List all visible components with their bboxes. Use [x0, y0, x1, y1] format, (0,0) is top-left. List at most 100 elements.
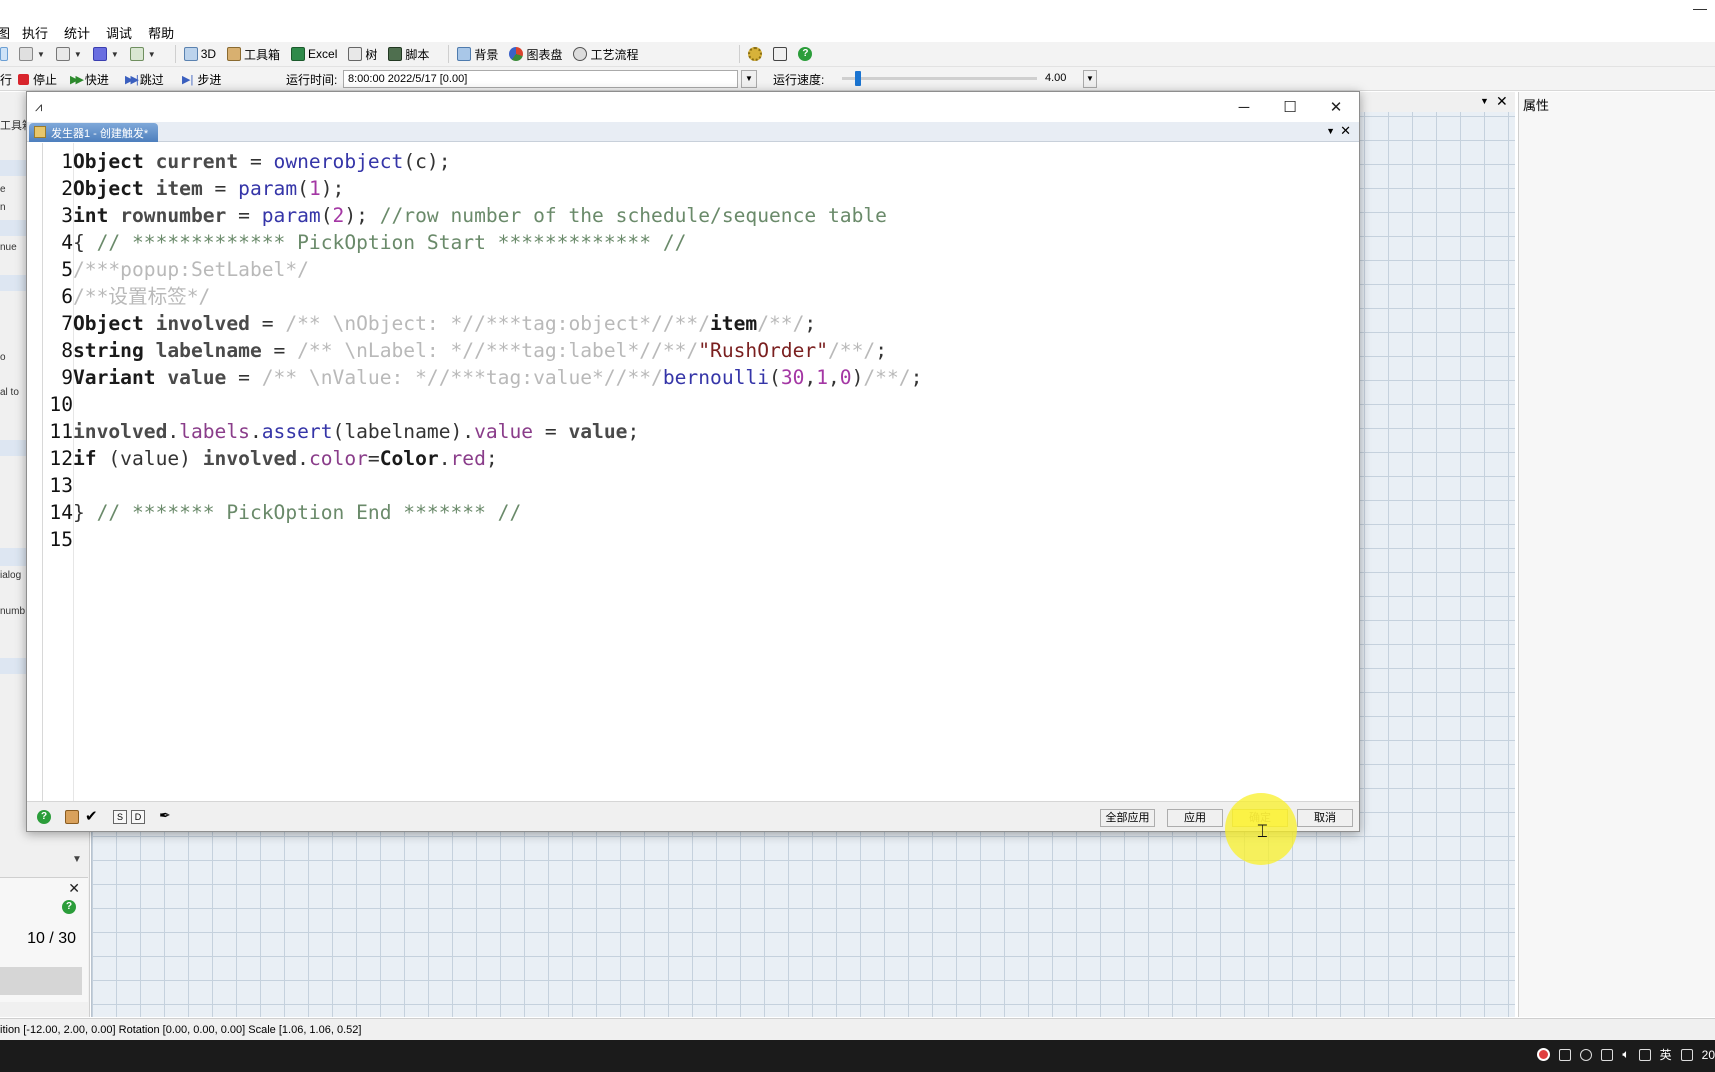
3d-view-button[interactable]: 3D [183, 47, 216, 61]
ime-indicator[interactable]: 英 [1660, 1046, 1672, 1063]
clock[interactable]: 20 [1702, 1048, 1715, 1062]
toolbar-separator [739, 45, 741, 63]
line-number: 13 [49, 474, 73, 497]
shape-tool-button[interactable]: ▼ [92, 47, 119, 61]
window-icon[interactable] [1559, 1048, 1572, 1061]
connect-tool-button[interactable]: ▼ [19, 47, 45, 61]
chevron-down-icon[interactable]: ▼ [72, 854, 82, 865]
toolbar-separator [448, 45, 450, 63]
cancel-button[interactable]: 取消 [1297, 809, 1353, 827]
code-line[interactable]: 5/***popup:SetLabel*/ [43, 256, 922, 283]
code-line[interactable]: 10 [43, 391, 922, 418]
dialog-titlebar[interactable]: ⩘ ─ ☐ ✕ [27, 92, 1359, 122]
close-icon[interactable]: ✕ [1340, 123, 1351, 139]
menu-item-help[interactable]: 帮助 [140, 23, 182, 42]
network-icon[interactable] [1638, 1048, 1651, 1061]
close-icon[interactable]: ✕ [1496, 93, 1508, 110]
runtime-dropdown[interactable]: ▼ [741, 70, 757, 88]
code-token: . [438, 447, 451, 470]
code-line[interactable]: 7 Object involved = /** \nObject: *//***t… [43, 310, 922, 337]
dashboard-button[interactable]: 图表盘 [509, 46, 562, 63]
dialog-maximize-button[interactable]: ☐ [1267, 92, 1313, 122]
menu-item-view[interactable]: 图 [0, 23, 14, 42]
step-button[interactable]: ▶| 步进 [182, 71, 221, 88]
close-icon[interactable]: ✕ [68, 880, 80, 897]
code-lines[interactable]: 1 Object current = ownerobject(c); 2 Object… [43, 148, 922, 553]
stop-button[interactable]: 停止 [18, 71, 57, 88]
speed-slider-track[interactable] [842, 77, 1037, 80]
tree-button[interactable]: 树 [348, 46, 377, 63]
speed-slider-thumb[interactable] [855, 71, 861, 86]
volume-icon[interactable]: 🔈︎ [1622, 1047, 1629, 1062]
process-flow-button[interactable]: 工艺流程 [573, 46, 638, 63]
code-line[interactable]: 11 involved.labels.assert(labelname).valu… [43, 418, 922, 445]
code-token: value [568, 420, 628, 443]
apply-all-button[interactable]: 全部应用 [1100, 809, 1155, 827]
code-line[interactable]: 1 Object current = ownerobject(c); [43, 148, 922, 175]
code-line[interactable]: 3 int rownumber = param(2); //row number … [43, 202, 922, 229]
menu-item-stats[interactable]: 统计 [56, 23, 98, 42]
minimize-icon[interactable] [1687, 2, 1715, 16]
chevron-down-icon[interactable]: ▼ [1480, 96, 1489, 106]
code-token: 1 [816, 366, 828, 389]
excel-icon [291, 47, 306, 61]
code-token: ; [910, 366, 923, 389]
settings-button[interactable] [748, 47, 763, 61]
pointer-tool-button[interactable] [0, 47, 8, 61]
code-token: Object [73, 177, 144, 200]
d-toggle[interactable]: D [131, 810, 145, 824]
code-line[interactable]: 12 if (value) involved.color=Color.red; [43, 445, 922, 472]
menu-item-run[interactable]: 执行 [14, 23, 56, 42]
code-line[interactable]: 6/**设置标签*/ [43, 283, 922, 310]
dialog-close-button[interactable]: ✕ [1313, 92, 1359, 122]
eyedropper-icon[interactable]: ✒ [159, 807, 171, 824]
shield-icon[interactable] [1601, 1048, 1614, 1061]
code-token: 2 [332, 204, 345, 227]
code-token: = [249, 312, 286, 335]
menu-item-debug[interactable]: 调试 [98, 23, 140, 42]
apply-button[interactable]: 应用 [1167, 809, 1223, 827]
toolbox-button[interactable]: 工具箱 [227, 46, 280, 63]
check-icon[interactable]: ✔ [85, 807, 98, 825]
script-label: 脚本 [405, 47, 430, 62]
keyboard-icon[interactable] [1680, 1048, 1693, 1061]
dialog-minimize-button[interactable]: ─ [1221, 92, 1267, 122]
script-button[interactable]: 脚本 [388, 46, 429, 63]
code-line[interactable]: 14} // ******* PickOption End ******* // [43, 499, 922, 526]
select-tool-button[interactable]: ▼ [55, 47, 82, 61]
fast-forward-icon: ▶▶ [70, 74, 84, 86]
code-line[interactable]: 8 string labelname = /** \nLabel: *//***t… [43, 337, 922, 364]
left-lower-bar[interactable] [0, 967, 82, 995]
tree-icon [348, 47, 363, 61]
code-editor[interactable]: 1 Object current = ownerobject(c); 2 Object… [27, 143, 1359, 801]
background-button[interactable]: 背景 [457, 46, 498, 63]
code-line[interactable]: 15 [43, 526, 922, 553]
excel-button[interactable]: Excel [291, 47, 337, 61]
tab-title: 发生器1 - 创建触发* [51, 128, 149, 140]
chevron-down-icon[interactable]: ▼ [1326, 126, 1335, 136]
codebox-icon[interactable] [65, 810, 79, 824]
hierarchy-icon [773, 47, 788, 61]
code-line[interactable]: 2 Object item = param(1); [43, 175, 922, 202]
help-icon[interactable]: ? [37, 810, 51, 824]
s-toggle[interactable]: S [113, 810, 127, 824]
help-icon[interactable]: ? [62, 900, 76, 914]
code-token: , [828, 366, 840, 389]
reset-button[interactable]: 行 [0, 71, 12, 88]
record-icon[interactable] [1537, 1048, 1551, 1061]
window-top-strip [0, 0, 1715, 22]
transform-tool-button[interactable]: ▼ [129, 47, 156, 61]
code-line[interactable]: 4{ // ************* PickOption Start ***… [43, 229, 922, 256]
help-button[interactable]: ? [798, 47, 813, 61]
code-line[interactable]: 13 [43, 472, 922, 499]
hierarchy-button[interactable] [773, 47, 788, 61]
skip-button[interactable]: ▶▶| 跳过 [125, 71, 164, 88]
speed-dropdown[interactable]: ▼ [1083, 70, 1097, 88]
runtime-field[interactable]: 8:00:00 2022/5/17 [0.00] [343, 70, 738, 88]
tab-trigger-editor[interactable]: 发生器1 - 创建触发* [29, 123, 159, 142]
cloud-icon[interactable] [1580, 1048, 1593, 1061]
code-token: . [249, 420, 262, 443]
3d-grid-icon [183, 47, 198, 61]
fast-forward-button[interactable]: ▶▶ 快进 [70, 71, 109, 88]
code-line[interactable]: 9 Variant value = /** \nValue: *//***tag:… [43, 364, 922, 391]
